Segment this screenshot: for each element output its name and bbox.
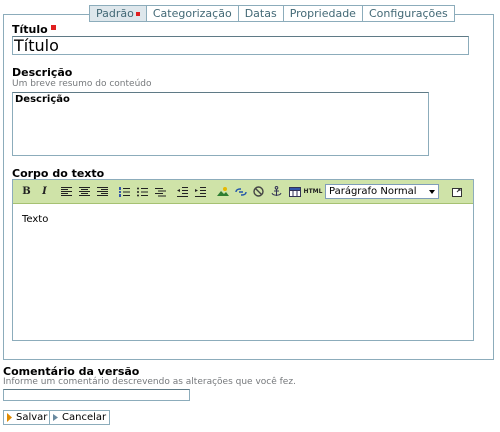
format-select-value: Parágrafo Normal [329,186,417,197]
unordered-list-icon[interactable] [135,184,150,199]
html-source-button[interactable]: HTML [304,184,323,199]
chevron-down-icon [429,190,435,194]
paragraph-format-select[interactable]: Parágrafo Normal [325,184,439,199]
outdent-icon[interactable] [175,184,190,199]
tab-configuracoes[interactable]: Configurações [361,6,454,21]
required-marker-icon [135,12,140,16]
save-label: Salvar [16,412,48,423]
insert-link-icon[interactable] [233,184,248,199]
save-icon [6,413,13,422]
version-comment-input[interactable] [3,389,190,401]
toggle-fullscreen-icon[interactable] [449,185,464,200]
rich-text-editor: B I HTML Parágrafo Normal Texto [12,179,474,341]
title-input[interactable]: Título [12,36,469,55]
description-textarea[interactable]: Descrição [12,92,429,156]
ordered-list-icon[interactable] [117,184,132,199]
cancel-label: Cancelar [62,412,107,423]
title-label: Título [12,23,56,36]
editor-toolbar: B I HTML Parágrafo Normal [13,180,473,204]
tab-datas[interactable]: Datas [237,6,283,21]
insert-table-icon[interactable] [287,184,302,199]
save-button[interactable]: Salvar [3,410,52,425]
title-label-text: Título [12,23,48,36]
description-help: Um breve resumo do conteúdo [12,79,152,89]
version-comment-help: Informe um comentário descrevendo as alt… [3,377,296,387]
bold-button[interactable]: B [19,184,34,199]
tab-propriedade[interactable]: Propriedade [282,6,362,21]
align-center-icon[interactable] [77,184,92,199]
remove-link-icon[interactable] [251,184,266,199]
description-label: Descrição [12,66,73,79]
tab-categorizacao[interactable]: Categorização [145,6,238,21]
align-left-icon[interactable] [59,184,74,199]
insert-image-icon[interactable] [215,184,230,199]
required-marker-icon [50,25,56,30]
editor-content[interactable]: Texto [13,204,473,235]
indent-icon[interactable] [193,184,208,199]
form-tabs: Padrão Categorização Datas Propriedade C… [89,5,455,22]
cancel-button[interactable]: Cancelar [49,410,111,425]
align-right-icon[interactable] [95,184,110,199]
anchor-icon[interactable] [269,184,284,199]
tab-label: Padrão [96,7,134,20]
italic-button[interactable]: I [37,184,52,199]
cancel-icon [52,413,59,422]
tab-padrao[interactable]: Padrão [90,6,146,21]
definition-list-icon[interactable] [153,184,168,199]
